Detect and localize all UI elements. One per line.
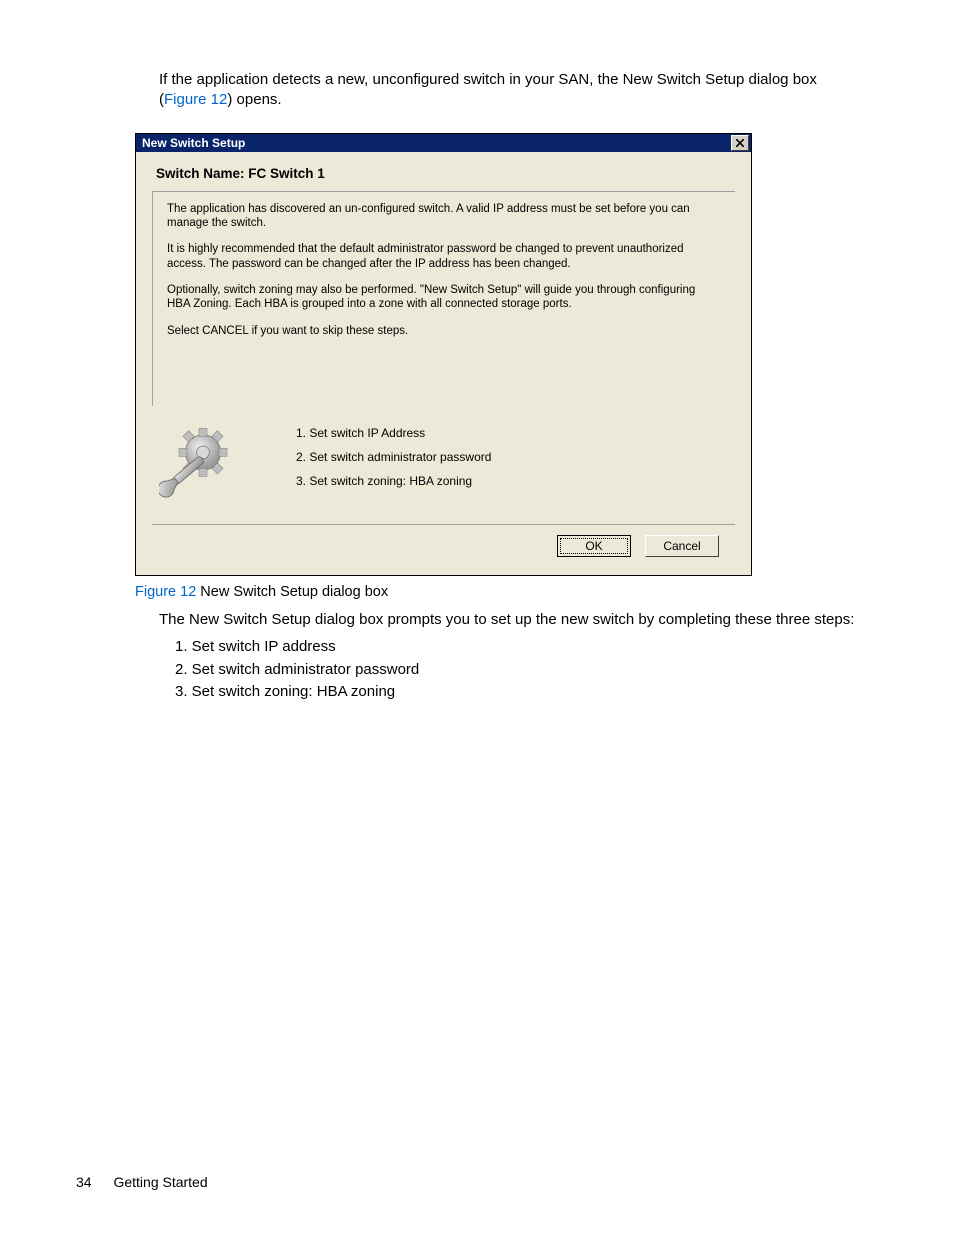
doc-step-2: 2. Set switch administrator password [175,659,859,682]
page-number: 34 [76,1174,92,1190]
dialog-title: New Switch Setup [142,136,245,150]
dialog-body: Switch Name: FC Switch 1 The application… [136,152,751,576]
dialog-info-p3: Optionally, switch zoning may also be pe… [167,283,721,312]
figure-caption: Figure 12 New Switch Setup dialog box [135,584,859,600]
ok-button-label: OK [585,539,602,553]
dialog-info-p1: The application has discovered an un-con… [167,202,721,231]
body-paragraph: The New Switch Setup dialog box prompts … [159,610,859,630]
document-page: If the application detects a new, unconf… [0,0,954,1235]
dialog-button-row: OK Cancel [152,525,735,567]
dialog-titlebar: New Switch Setup [136,134,751,152]
dialog-info-box: The application has discovered an un-con… [152,191,735,407]
dialog-steps-list: 1. Set switch IP Address 2. Set switch a… [242,422,731,498]
dialog-steps-row: 1. Set switch IP Address 2. Set switch a… [152,418,735,525]
intro-text-post: ) opens. [227,91,281,108]
dialog-step-2: 2. Set switch administrator password [296,450,731,464]
dialog-info-p4: Select CANCEL if you want to skip these … [167,324,721,338]
figure-link[interactable]: Figure 12 [164,91,227,108]
page-footer: 34 Getting Started [76,1174,208,1190]
doc-step-3: 3. Set switch zoning: HBA zoning [175,681,859,704]
intro-paragraph: If the application detects a new, unconf… [159,70,859,111]
dialog-info-p2: It is highly recommended that the defaul… [167,242,721,271]
new-switch-setup-dialog: New Switch Setup Switch Name: FC Switch … [135,133,752,577]
switch-name-label: Switch Name: FC Switch 1 [156,166,731,181]
settings-wrench-icon [156,422,242,502]
dialog-step-1: 1. Set switch IP Address [296,426,731,440]
ok-button[interactable]: OK [557,535,631,557]
doc-step-1: 1. Set switch IP address [175,636,859,659]
cancel-button[interactable]: Cancel [645,535,719,557]
cancel-button-label: Cancel [663,539,700,553]
close-icon[interactable] [731,135,749,151]
dialog-step-3: 3. Set switch zoning: HBA zoning [296,474,731,488]
document-steps-list: 1. Set switch IP address 2. Set switch a… [175,636,859,704]
section-title: Getting Started [113,1174,207,1190]
figure-caption-label: Figure 12 [135,584,196,600]
figure-caption-text: New Switch Setup dialog box [196,584,388,600]
